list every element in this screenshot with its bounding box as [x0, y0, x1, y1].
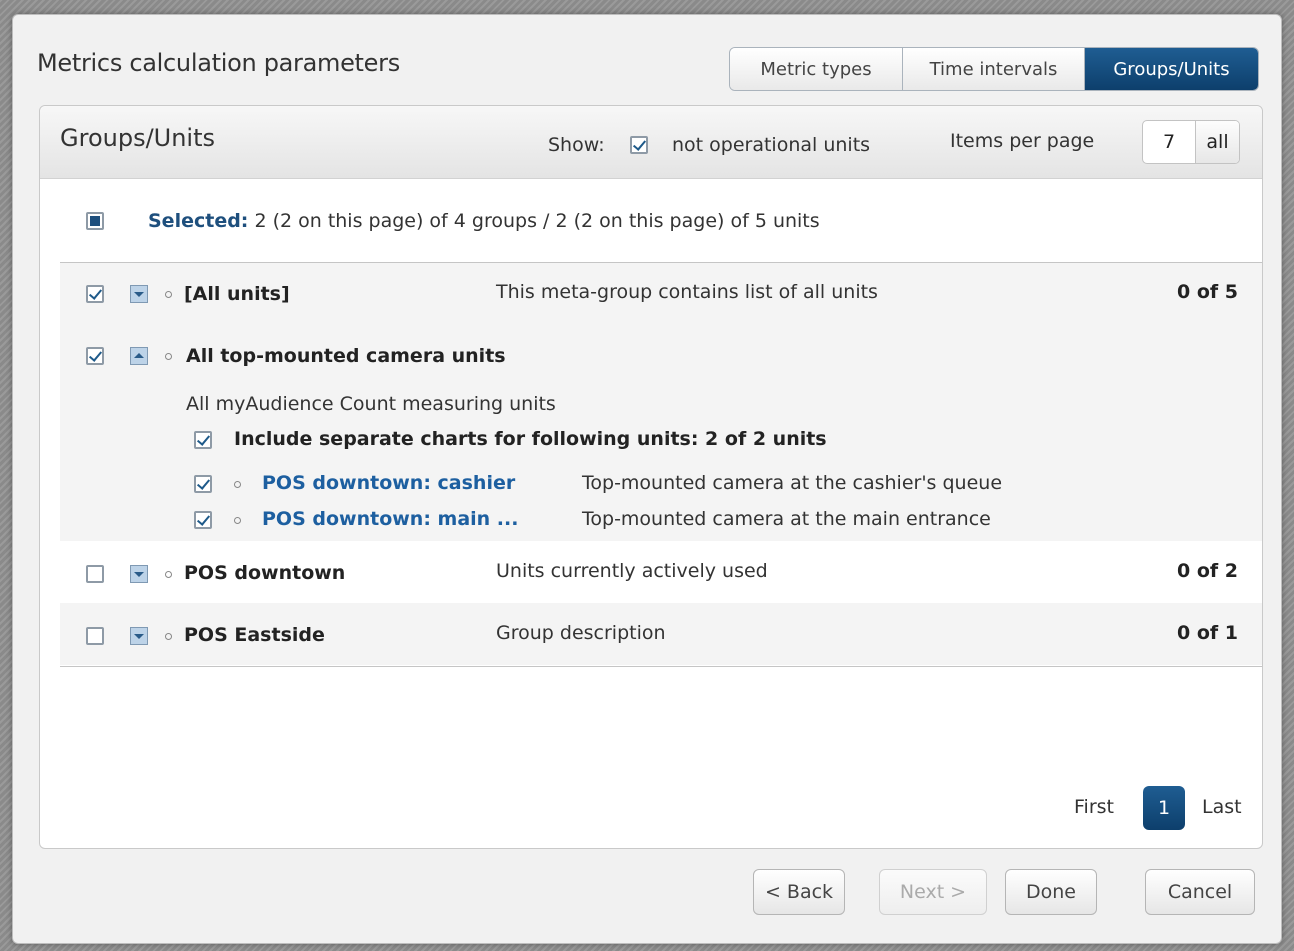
- items-per-page-all-button[interactable]: all: [1196, 121, 1239, 163]
- bullet-icon: [234, 481, 241, 488]
- group-row-top-mounted: All top-mounted camera units All myAudie…: [60, 325, 1262, 541]
- group-name[interactable]: [All units]: [184, 283, 290, 305]
- expand-icon[interactable]: [130, 285, 148, 303]
- next-button[interactable]: Next >: [879, 869, 987, 915]
- pager-current-page[interactable]: 1: [1143, 786, 1185, 830]
- groups-units-panel: Groups/Units Show: not operational units…: [39, 105, 1263, 849]
- group-name[interactable]: POS downtown: [184, 562, 345, 584]
- selected-text: 2 (2 on this page) of 4 groups / 2 (2 on…: [248, 210, 820, 232]
- group-checkbox[interactable]: [86, 347, 104, 365]
- selection-summary: Selected: 2 (2 on this page) of 4 groups…: [148, 210, 820, 232]
- pager-last-link[interactable]: Last: [1202, 796, 1242, 818]
- group-description: All myAudience Count measuring units: [186, 393, 556, 415]
- expand-icon[interactable]: [130, 627, 148, 645]
- group-description: Group description: [496, 622, 666, 644]
- unit-checkbox[interactable]: [194, 511, 212, 529]
- expand-icon[interactable]: [130, 565, 148, 583]
- items-per-page-input[interactable]: 7: [1143, 121, 1196, 163]
- group-checkbox[interactable]: [86, 627, 104, 645]
- group-row-pos-eastside: POS Eastside Group description 0 of 1: [60, 603, 1262, 665]
- group-description: Units currently actively used: [496, 560, 768, 582]
- group-checkbox[interactable]: [86, 285, 104, 303]
- group-count: 0 of 5: [1177, 281, 1238, 303]
- group-row-pos-downtown: POS downtown Units currently actively us…: [60, 541, 1262, 603]
- show-option-label: not operational units: [672, 134, 871, 156]
- dialog-title: Metrics calculation parameters: [37, 49, 400, 77]
- items-per-page-label: Items per page: [950, 130, 1095, 152]
- cancel-button[interactable]: Cancel: [1145, 869, 1255, 915]
- selected-label: Selected:: [148, 210, 249, 232]
- back-button[interactable]: < Back: [753, 869, 845, 915]
- collapse-icon[interactable]: [130, 347, 148, 365]
- done-button[interactable]: Done: [1005, 869, 1097, 915]
- unit-checkbox[interactable]: [194, 475, 212, 493]
- divider: [60, 666, 1262, 667]
- group-name[interactable]: POS Eastside: [184, 624, 325, 646]
- select-all-checkbox[interactable]: [86, 212, 104, 230]
- bullet-icon: [165, 633, 172, 640]
- group-count: 0 of 1: [1177, 622, 1238, 644]
- metrics-dialog: Metrics calculation parameters Metric ty…: [12, 14, 1282, 944]
- group-checkbox[interactable]: [86, 565, 104, 583]
- bullet-icon: [234, 517, 241, 524]
- wizard-steps: Metric types Time intervals Groups/Units: [729, 47, 1259, 91]
- bullet-icon: [165, 571, 172, 578]
- tab-time-intervals[interactable]: Time intervals: [902, 48, 1084, 90]
- unit-name-cashier[interactable]: POS downtown: cashier: [262, 472, 515, 494]
- items-per-page-control: 7 all: [1142, 120, 1240, 164]
- include-charts-checkbox[interactable]: [194, 431, 212, 449]
- show-label: Show:: [548, 134, 605, 156]
- group-description: This meta-group contains list of all uni…: [496, 281, 878, 303]
- unit-description: Top-mounted camera at the cashier's queu…: [582, 472, 1003, 494]
- panel-header: Groups/Units Show: not operational units…: [40, 106, 1262, 179]
- include-charts-label: Include separate charts for following un…: [234, 428, 827, 450]
- pager-first-link[interactable]: First: [1074, 796, 1114, 818]
- show-not-operational-checkbox[interactable]: [630, 136, 648, 154]
- group-count: 0 of 2: [1177, 560, 1238, 582]
- group-name[interactable]: All top-mounted camera units: [186, 345, 506, 367]
- tab-metric-types[interactable]: Metric types: [730, 48, 902, 90]
- bullet-icon: [165, 353, 172, 360]
- unit-description: Top-mounted camera at the main entrance: [582, 508, 991, 530]
- tab-groups-units[interactable]: Groups/Units: [1084, 48, 1258, 90]
- panel-title: Groups/Units: [60, 124, 216, 152]
- unit-name-main[interactable]: POS downtown: main ...: [262, 508, 518, 530]
- bullet-icon: [165, 291, 172, 298]
- group-row-all-units: [All units] This meta-group contains lis…: [60, 263, 1262, 325]
